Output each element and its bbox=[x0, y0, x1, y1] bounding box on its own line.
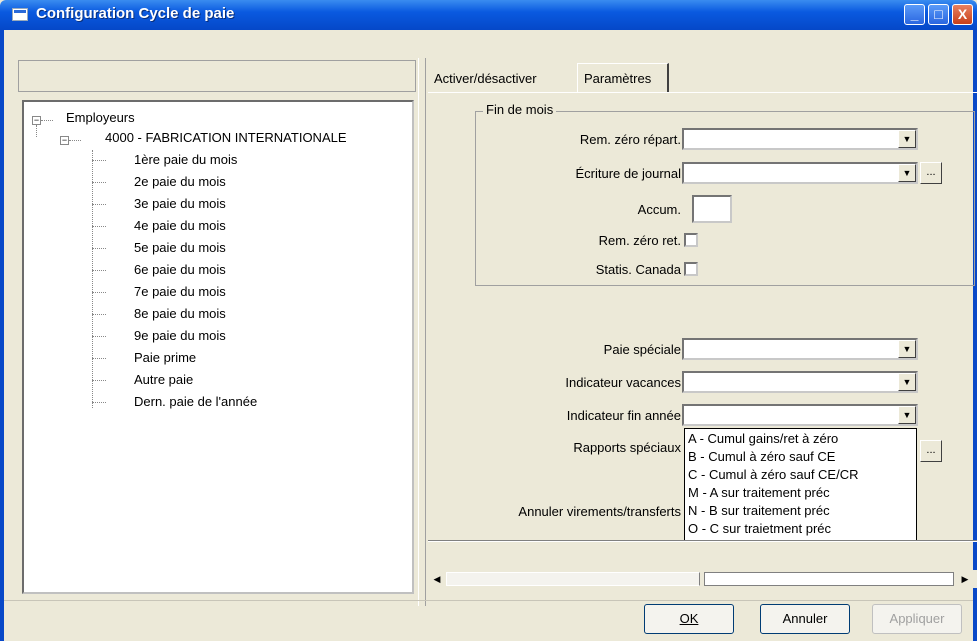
dropdown-option[interactable]: B - Cumul à zéro sauf CE bbox=[688, 448, 835, 466]
chevron-down-icon[interactable]: ▼ bbox=[898, 373, 916, 391]
horizontal-separator bbox=[428, 540, 977, 542]
tree-item-autre-paie[interactable]: Autre paie bbox=[134, 370, 193, 390]
indicateur-fin-annee-combo[interactable]: ▼ bbox=[682, 404, 918, 426]
tree-item-paie[interactable]: 8e paie du mois bbox=[134, 304, 226, 324]
dropdown-option[interactable]: A - Cumul gains/ret à zéro bbox=[688, 430, 838, 448]
tree-connector bbox=[69, 140, 81, 141]
footer-separator bbox=[4, 600, 973, 601]
maximize-button[interactable]: □ bbox=[928, 4, 949, 25]
tab-parametres[interactable]: Paramètres bbox=[577, 63, 669, 93]
tree-connector bbox=[92, 182, 106, 183]
tree-item-paie[interactable]: 3e paie du mois bbox=[134, 194, 226, 214]
rapports-speciaux-label: Rapports spéciaux bbox=[573, 440, 681, 455]
tree-connector bbox=[92, 380, 106, 381]
annuler-button[interactable]: Annuler bbox=[760, 604, 850, 634]
accum-input[interactable] bbox=[692, 195, 732, 223]
tree-connector bbox=[41, 120, 53, 121]
chevron-down-icon[interactable]: ▼ bbox=[898, 406, 916, 424]
ecriture-journal-combo[interactable]: ▼ bbox=[682, 162, 918, 184]
statis-canada-label: Statis. Canada bbox=[595, 262, 681, 277]
scroll-left-icon[interactable]: ◀ bbox=[430, 572, 444, 586]
ecriture-journal-label: Écriture de journal bbox=[575, 166, 682, 181]
tree-item-paie[interactable]: 6e paie du mois bbox=[134, 260, 226, 280]
ecriture-journal-browse-button[interactable]: ... bbox=[920, 162, 942, 184]
left-panel-header bbox=[18, 60, 416, 92]
window-title: Configuration Cycle de paie bbox=[36, 5, 235, 22]
indicateur-vacances-combo[interactable]: ▼ bbox=[682, 371, 918, 393]
window-frame-left bbox=[0, 30, 4, 641]
scrollbar-track[interactable] bbox=[446, 572, 700, 586]
tree-connector bbox=[92, 160, 106, 161]
paie-speciale-combo[interactable]: ▼ bbox=[682, 338, 918, 360]
minimize-button[interactable]: _ bbox=[904, 4, 925, 25]
tree-connector bbox=[92, 270, 106, 271]
app-icon bbox=[12, 8, 28, 21]
rem-zero-ret-checkbox[interactable] bbox=[684, 233, 698, 247]
indicateur-vacances-label: Indicateur vacances bbox=[565, 375, 681, 390]
tree-connector bbox=[92, 292, 106, 293]
tree-connector bbox=[36, 125, 37, 137]
tree-connector bbox=[92, 314, 106, 315]
close-button[interactable]: X bbox=[952, 4, 973, 25]
tree-connector bbox=[92, 150, 93, 408]
accum-label: Accum. bbox=[637, 202, 681, 217]
scrollbar-thumb[interactable] bbox=[704, 572, 954, 586]
chevron-down-icon[interactable]: ▼ bbox=[898, 164, 916, 182]
rapports-speciaux-browse-button[interactable]: ... bbox=[920, 440, 942, 462]
dropdown-option[interactable]: O - C sur traietment préc bbox=[688, 520, 831, 538]
statis-canada-checkbox[interactable] bbox=[684, 262, 698, 276]
indicateur-fin-annee-label: Indicateur fin année bbox=[566, 408, 681, 423]
tree-item-paie[interactable]: 5e paie du mois bbox=[134, 238, 226, 258]
tab-underline bbox=[428, 92, 977, 93]
rem-zero-repart-combo[interactable]: ▼ bbox=[682, 128, 918, 150]
tree-item-paie[interactable]: 2e paie du mois bbox=[134, 172, 226, 192]
dropdown-list[interactable]: A - Cumul gains/ret à zéro B - Cumul à z… bbox=[684, 428, 917, 541]
rem-zero-repart-label: Rem. zéro répart. bbox=[579, 132, 681, 147]
rem-zero-ret-label: Rem. zéro ret. bbox=[598, 233, 681, 248]
title-bar: Configuration Cycle de paie _ □ X bbox=[0, 0, 977, 30]
annuler-virements-label: Annuler virements/transferts bbox=[518, 504, 681, 519]
tree-item-paie[interactable]: 9e paie du mois bbox=[134, 326, 226, 346]
tab-activer-desactiver[interactable]: Activer/désactiver bbox=[428, 66, 574, 92]
collapse-company-icon[interactable]: − bbox=[60, 136, 69, 145]
paie-speciale-label: Paie spéciale bbox=[603, 342, 681, 357]
tree-item-paie[interactable]: 4e paie du mois bbox=[134, 216, 226, 236]
chevron-down-icon[interactable]: ▼ bbox=[898, 340, 916, 358]
tree-connector bbox=[92, 204, 106, 205]
group-label: Fin de mois bbox=[483, 102, 557, 117]
collapse-root-icon[interactable]: − bbox=[32, 116, 41, 125]
tree-item-paie-prime[interactable]: Paie prime bbox=[134, 348, 196, 368]
tree-item-employeurs[interactable]: Employeurs bbox=[66, 108, 135, 128]
ok-button[interactable]: OK bbox=[644, 604, 734, 634]
tree-view[interactable]: − Employeurs − 4000 - FABRICATION INTERN… bbox=[22, 100, 414, 594]
tree-connector bbox=[92, 336, 106, 337]
dropdown-option[interactable]: N - B sur traitement préc bbox=[688, 502, 830, 520]
tree-item-derniere-paie[interactable]: Dern. paie de l'année bbox=[134, 392, 257, 412]
tree-connector bbox=[92, 358, 106, 359]
tree-item-paie[interactable]: 7e paie du mois bbox=[134, 282, 226, 302]
appliquer-button[interactable]: Appliquer bbox=[872, 604, 962, 634]
tree-item-company[interactable]: 4000 - FABRICATION INTERNATIONALE bbox=[105, 128, 347, 148]
tree-connector bbox=[92, 226, 106, 227]
tree-item-paie[interactable]: 1ère paie du mois bbox=[134, 150, 237, 170]
dropdown-option[interactable]: M - A sur traitement préc bbox=[688, 484, 830, 502]
tree-connector bbox=[92, 402, 106, 403]
tree-connector bbox=[92, 248, 106, 249]
dropdown-option[interactable]: C - Cumul à zéro sauf CE/CR bbox=[688, 466, 859, 484]
scroll-right-icon[interactable]: ▶ bbox=[958, 572, 972, 586]
splitter[interactable] bbox=[418, 58, 426, 606]
chevron-down-icon[interactable]: ▼ bbox=[898, 130, 916, 148]
